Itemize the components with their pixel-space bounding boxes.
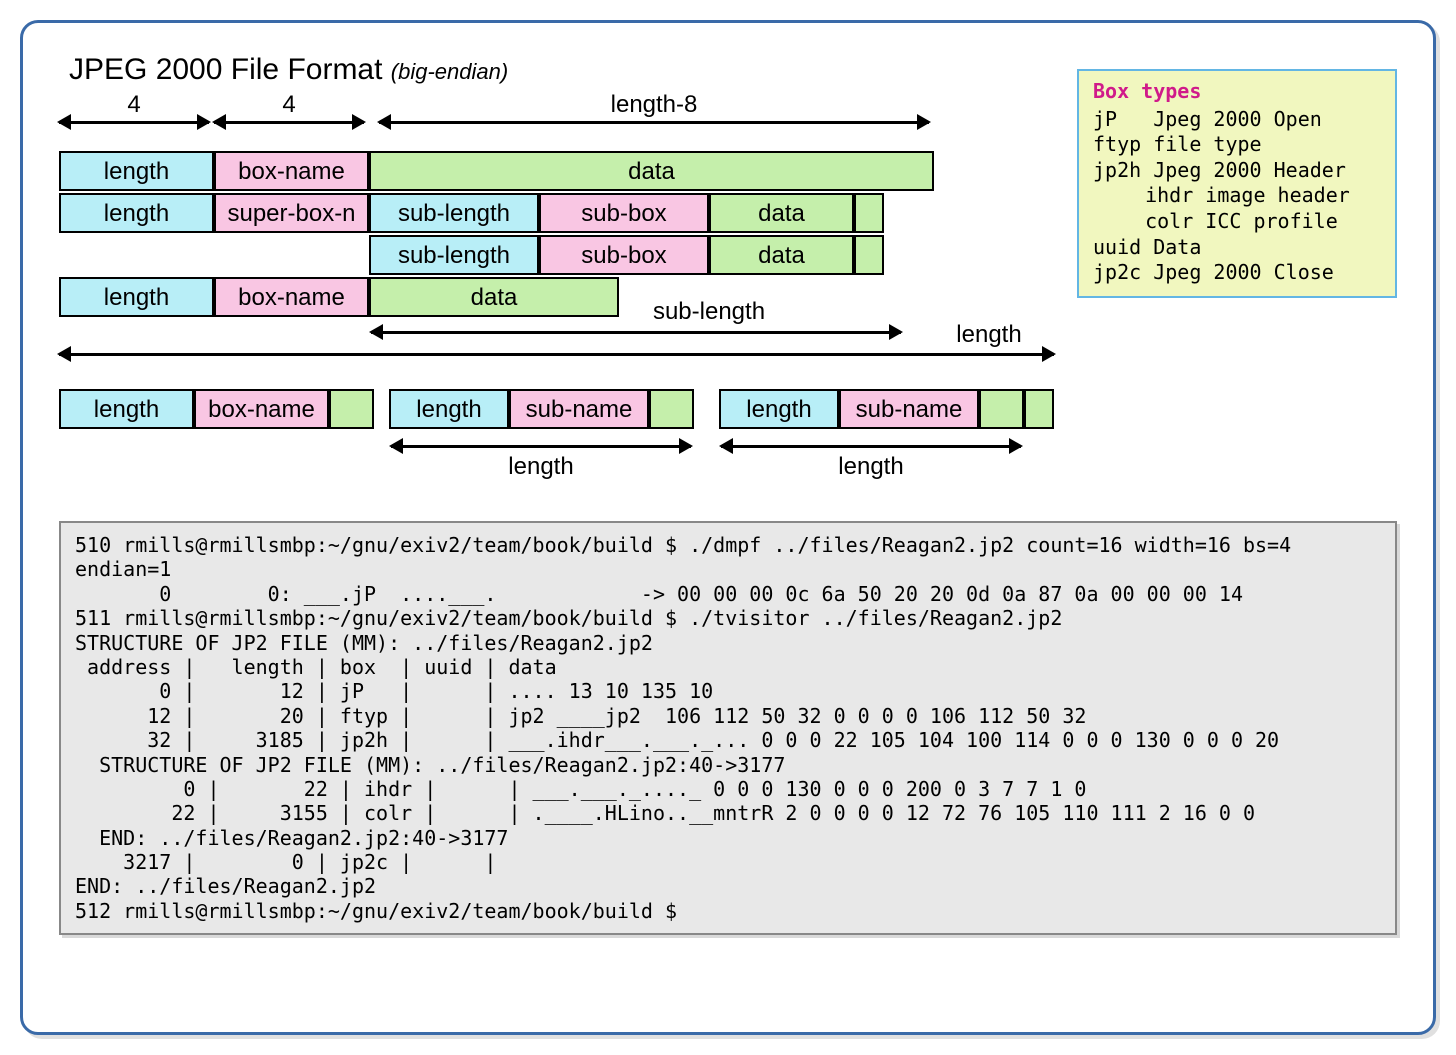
terminal-output: 510 rmills@rmillsmbp:~/gnu/exiv2/team/bo…: [59, 521, 1397, 935]
term-line: 12 | 20 | ftyp | | jp2 ____jp2 106 112 5…: [75, 704, 1086, 728]
dim-label: length: [956, 321, 1021, 349]
dim-label: 4: [127, 91, 140, 119]
field-length: length: [389, 389, 509, 429]
field-data-stub: [329, 389, 374, 429]
dim-label: length: [838, 453, 903, 481]
diagram-frame: JPEG 2000 File Format (big-endian) Box t…: [20, 20, 1436, 1035]
field-data-stub: [979, 389, 1024, 429]
field-data-stub: [649, 389, 694, 429]
dim-label: sub-length: [653, 298, 765, 326]
dim-arrow: [379, 121, 929, 124]
term-line: address | length | box | uuid | data: [75, 655, 557, 679]
field-sub-length: sub-length: [369, 193, 539, 233]
dim-arrow: [59, 353, 1054, 356]
dim-label: length: [508, 453, 573, 481]
field-super-box: super-box-n: [214, 193, 369, 233]
term-line: END: ../files/Reagan2.jp2: [75, 874, 376, 898]
field-length: length: [59, 389, 194, 429]
term-line: 32 | 3185 | jp2h | | ___.ihdr___.___._..…: [75, 728, 1279, 752]
field-length: length: [59, 193, 214, 233]
title-subtitle: (big-endian): [391, 59, 508, 84]
field-length: length: [59, 151, 214, 191]
field-length: length: [59, 277, 214, 317]
field-box-name: box-name: [214, 277, 369, 317]
term-line: STRUCTURE OF JP2 FILE (MM): ../files/Rea…: [75, 753, 785, 777]
term-line: STRUCTURE OF JP2 FILE (MM): ../files/Rea…: [75, 631, 653, 655]
field-data: data: [709, 235, 854, 275]
dim-arrow: [59, 121, 209, 124]
field-sub-length: sub-length: [369, 235, 539, 275]
dim-arrow: [371, 331, 901, 334]
term-line: 510 rmills@rmillsmbp:~/gnu/exiv2/team/bo…: [75, 533, 1291, 557]
term-line: 511 rmills@rmillsmbp:~/gnu/exiv2/team/bo…: [75, 606, 1062, 630]
dim-label: 4: [282, 91, 295, 119]
field-sub-box: sub-box: [539, 193, 709, 233]
diagram-area: 4 4 length-8 length box-name data length…: [59, 93, 1397, 503]
dim-label: length-8: [611, 91, 698, 119]
term-line: 22 | 3155 | colr | | .____.HLino..__mntr…: [75, 801, 1255, 825]
term-line: 0 0: ___.jP ....___. -> 00 00 00 0c 6a 5…: [75, 582, 1243, 606]
dim-arrow: [391, 445, 691, 448]
field-box-name: box-name: [194, 389, 329, 429]
term-line: endian=1: [75, 557, 171, 581]
field-length: length: [719, 389, 839, 429]
field-data-tail: [854, 235, 884, 275]
field-data: data: [369, 277, 619, 317]
dim-arrow: [214, 121, 364, 124]
title-text: JPEG 2000 File Format: [69, 53, 382, 86]
term-line: 3217 | 0 | jp2c | |: [75, 850, 496, 874]
term-line: 0 | 22 | ihdr | | ___.___._...._ 0 0 0 1…: [75, 777, 1086, 801]
field-sub-name: sub-name: [839, 389, 979, 429]
term-line: END: ../files/Reagan2.jp2:40->3177: [75, 826, 508, 850]
field-sub-name: sub-name: [509, 389, 649, 429]
field-data-tail: [1024, 389, 1054, 429]
field-data: data: [369, 151, 934, 191]
field-box-name: box-name: [214, 151, 369, 191]
dim-arrow: [721, 445, 1021, 448]
field-data-tail: [854, 193, 884, 233]
field-sub-box: sub-box: [539, 235, 709, 275]
field-data: data: [709, 193, 854, 233]
term-line: 0 | 12 | jP | | .... 13 10 135 10: [75, 679, 713, 703]
term-line: 512 rmills@rmillsmbp:~/gnu/exiv2/team/bo…: [75, 899, 677, 923]
